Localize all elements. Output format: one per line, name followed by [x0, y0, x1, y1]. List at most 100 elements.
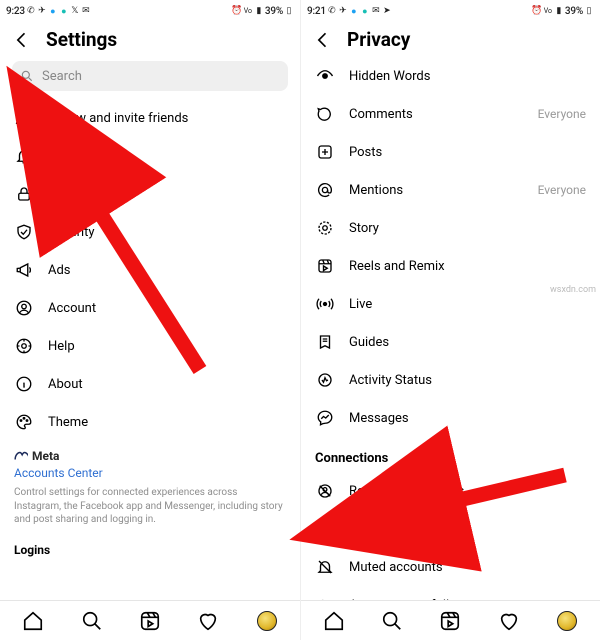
privacy-item-reels[interactable]: Reels and Remix [301, 247, 600, 285]
nav-profile-avatar[interactable] [556, 610, 578, 632]
settings-item-theme[interactable]: Theme [0, 403, 300, 441]
settings-item-account[interactable]: Account [0, 289, 300, 327]
label: Mentions [349, 183, 524, 198]
nav-home-icon[interactable] [22, 610, 44, 632]
settings-item-notifications[interactable]: Notifications [0, 137, 300, 175]
dot2-icon: ● [59, 6, 69, 16]
bottom-nav [301, 600, 600, 640]
connections-title: Connections [301, 437, 600, 472]
label: Help [48, 339, 286, 354]
nav-profile-avatar[interactable] [256, 610, 278, 632]
alarm-icon: ⏰ [232, 6, 242, 16]
privacy-item-restricted[interactable]: Restricted accounts [301, 472, 600, 510]
settings-item-about[interactable]: About [0, 365, 300, 403]
nav-search-icon[interactable] [81, 610, 103, 632]
dot-icon: ● [349, 6, 359, 16]
at-icon [315, 180, 335, 200]
meta-block: Meta Accounts Center Control settings fo… [0, 441, 300, 531]
page-title: Settings [46, 28, 117, 51]
settings-item-privacy[interactable]: Privacy [0, 175, 300, 213]
label: Live [349, 297, 586, 312]
nav-reels-icon[interactable] [139, 610, 161, 632]
settings-item-help[interactable]: Help [0, 327, 300, 365]
live-icon [315, 294, 335, 314]
nav-search-icon[interactable] [381, 610, 403, 632]
privacy-item-story[interactable]: Story [301, 209, 600, 247]
alarm-icon: ⏰ [532, 6, 542, 16]
whatsapp-icon: ✆ [26, 6, 36, 16]
label: Blocked accounts [349, 522, 586, 537]
settings-screen: 9:23 ✆ ✈ ● ● 𝕏 ✉ ⏰ Vo ▮ 39% ▯ Settings [0, 0, 300, 640]
header: Settings [0, 20, 300, 57]
privacy-item-activity[interactable]: Activity Status [301, 361, 600, 399]
meta-description: Control settings for connected experienc… [14, 486, 286, 527]
value: Everyone [538, 183, 586, 197]
nav-reels-icon[interactable] [439, 610, 461, 632]
messenger-icon [315, 408, 335, 428]
meta-logo: Meta [14, 449, 286, 463]
dot2-icon: ● [360, 6, 370, 16]
battery-icon: ▯ [584, 6, 594, 16]
logins-section-title: Logins [0, 531, 300, 559]
posts-icon [315, 142, 335, 162]
mail-icon: ✉ [81, 6, 91, 16]
bell-icon [14, 146, 34, 166]
palette-icon [14, 412, 34, 432]
label: Reels and Remix [349, 259, 586, 274]
privacy-item-comments[interactable]: Comments Everyone [301, 95, 600, 133]
info-icon [14, 374, 34, 394]
label: Security [48, 225, 286, 240]
back-button[interactable] [313, 30, 333, 50]
battery-icon: ▯ [284, 6, 294, 16]
telegram-icon: ✈ [338, 6, 348, 16]
back-button[interactable] [12, 30, 32, 50]
label: Story [349, 221, 586, 236]
privacy-item-following[interactable]: Accounts you follow [301, 586, 600, 600]
privacy-item-muted[interactable]: Muted accounts [301, 548, 600, 586]
nav-home-icon[interactable] [323, 610, 345, 632]
settings-item-follow[interactable]: Follow and invite friends [0, 99, 300, 137]
blocked-icon [315, 519, 335, 539]
mail2-icon: ✉ [371, 6, 381, 16]
header: Privacy [301, 20, 600, 57]
privacy-item-posts[interactable]: Posts [301, 133, 600, 171]
lock-icon [14, 184, 34, 204]
privacy-item-hidden-words[interactable]: Hidden Words [301, 57, 600, 95]
battery-text: 39% [265, 6, 283, 17]
settings-item-ads[interactable]: Ads [0, 251, 300, 289]
settings-item-security[interactable]: Security [0, 213, 300, 251]
signal-icon: ▮ [254, 6, 264, 16]
muted-icon [315, 557, 335, 577]
person-plus-icon [14, 108, 34, 128]
privacy-item-messages[interactable]: Messages [301, 399, 600, 437]
megaphone-icon [14, 260, 34, 280]
privacy-item-blocked[interactable]: Blocked accounts [301, 510, 600, 548]
label: Comments [349, 107, 524, 122]
shield-icon [14, 222, 34, 242]
reels-icon [315, 256, 335, 276]
search-placeholder: Search [42, 69, 82, 84]
nav-heart-icon[interactable] [197, 610, 219, 632]
send-icon: ➤ [382, 6, 392, 16]
label: Posts [349, 145, 586, 160]
telegram-icon: ✈ [37, 6, 47, 16]
meta-brand-text: Meta [32, 449, 59, 463]
help-icon [14, 336, 34, 356]
label: Activity Status [349, 373, 586, 388]
search-input[interactable]: Search [12, 61, 288, 91]
privacy-screen: 9:21 ✆ ✈ ● ● ✉ ➤ ⏰ Vo ▮ 39% ▯ Privacy [300, 0, 600, 640]
accounts-center-link[interactable]: Accounts Center [14, 466, 286, 480]
privacy-item-mentions[interactable]: Mentions Everyone [301, 171, 600, 209]
label: About [48, 377, 286, 392]
story-icon [315, 218, 335, 238]
settings-list: Follow and invite friends Notifications … [0, 99, 300, 600]
privacy-item-guides[interactable]: Guides [301, 323, 600, 361]
battery-text: 39% [565, 6, 583, 17]
privacy-list: Hidden Words Comments Everyone Posts Men… [301, 57, 600, 600]
twitter-icon: 𝕏 [70, 6, 80, 16]
watermark: wsxdn.com [550, 285, 596, 295]
signal-icon: ▮ [554, 6, 564, 16]
activity-icon [315, 370, 335, 390]
page-title: Privacy [347, 28, 410, 51]
nav-heart-icon[interactable] [498, 610, 520, 632]
